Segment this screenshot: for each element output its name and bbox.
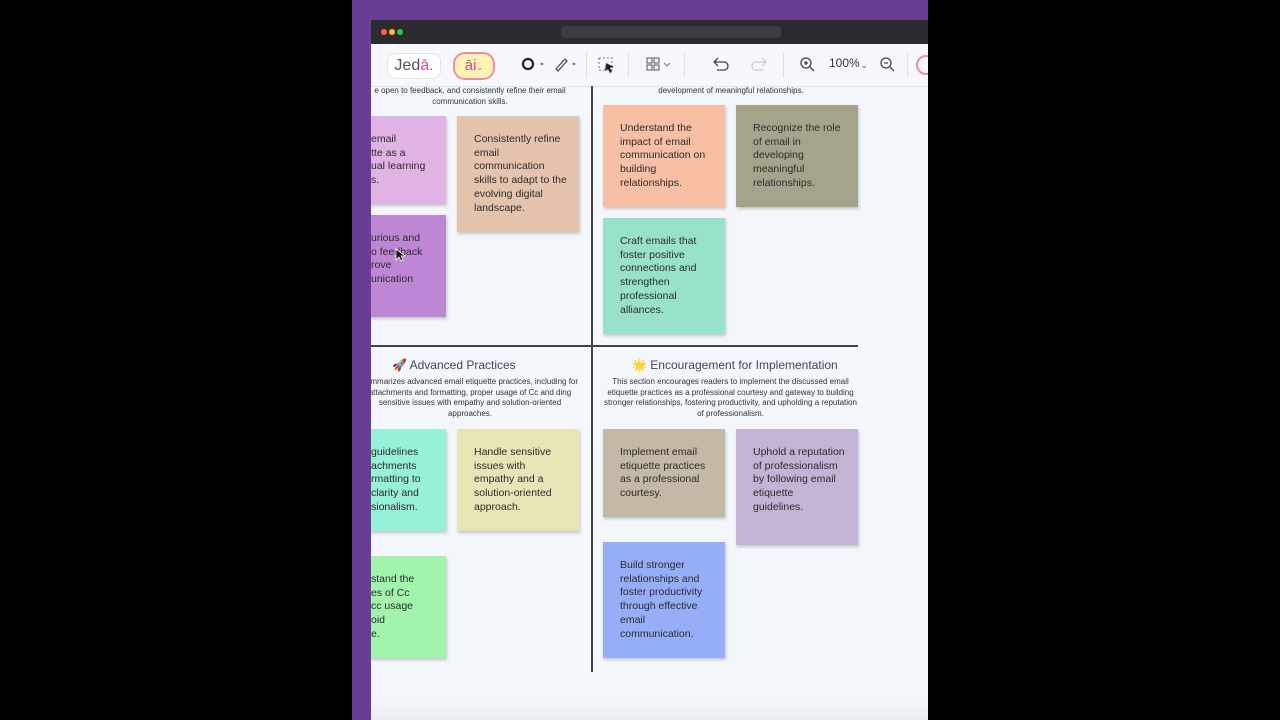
canvas-bottom-edge <box>371 702 928 720</box>
browser-window: Jedā. āi⌄ 100% ⌄ e open to feedback, and… <box>371 20 928 720</box>
ai-button-label: āi <box>464 57 477 74</box>
pen-tool-button[interactable] <box>553 56 579 74</box>
maximize-window-button[interactable] <box>397 29 403 35</box>
account-button[interactable] <box>916 55 928 75</box>
logo-suffix: ā. <box>420 57 434 74</box>
zoom-level[interactable]: 100% <box>829 56 860 70</box>
sticky-note-text: Handle sensitive issues with empathy and… <box>474 446 552 513</box>
sticky-note[interactable]: Recognize the role of email in developin… <box>736 105 858 207</box>
zoom-in-button[interactable] <box>799 56 817 74</box>
sticky-note[interactable]: Implement email etiquette practices as a… <box>603 429 725 517</box>
board-canvas[interactable]: e open to feedback, and consistently ref… <box>371 86 928 720</box>
logo-text: Jed <box>394 57 421 74</box>
sticky-note-text: guidelines achments rmatting to clarity … <box>371 446 421 513</box>
sticky-note[interactable]: Uphold a reputation of professionalism b… <box>736 429 858 545</box>
sticky-note[interactable]: urious and o feedback rove unication <box>371 215 446 317</box>
sticky-note-text: Craft emails that foster positive connec… <box>620 235 697 316</box>
grid-icon <box>646 57 671 71</box>
select-cursor-icon <box>598 57 614 73</box>
close-window-button[interactable] <box>381 29 387 35</box>
sticky-note-text: Build stronger relationships and foster … <box>620 559 703 640</box>
toolbar-divider <box>684 52 685 78</box>
mouse-cursor-icon <box>395 248 407 265</box>
section-description: This section encourages readers to imple… <box>604 377 857 418</box>
sticky-note[interactable]: Build stronger relationships and foster … <box>603 542 725 658</box>
toolbar-divider <box>783 52 784 78</box>
sticky-note[interactable]: Craft emails that foster positive connec… <box>603 218 725 334</box>
window-titlebar <box>371 20 928 44</box>
undo-button[interactable] <box>711 56 731 74</box>
circle-icon <box>521 57 544 71</box>
redo-icon <box>751 57 767 71</box>
address-bar[interactable] <box>561 26 781 38</box>
toolbar-divider <box>907 52 908 78</box>
section-heading: 🚀 Advanced Practices <box>392 358 516 372</box>
quadrant-divider-vertical <box>591 86 593 672</box>
board-toolbar: Jedā. āi⌄ 100% ⌄ <box>371 44 928 87</box>
shape-tool-button[interactable] <box>521 56 547 74</box>
layout-menu-button[interactable] <box>645 56 673 74</box>
section-description: summarizes advanced email etiquette prac… <box>371 377 579 418</box>
chevron-down-icon: ⌄ <box>476 63 484 72</box>
quadrant-description: e open to feedback, and consistently ref… <box>374 86 566 106</box>
sticky-note-text: Consistently refine email communication … <box>474 133 567 214</box>
sticky-note-text: stand the es of Cc cc usage oid e. <box>371 573 415 640</box>
sticky-note-text: Implement email etiquette practices as a… <box>620 446 706 500</box>
pen-icon <box>555 58 576 72</box>
jeda-logo[interactable]: Jedā. <box>387 53 441 79</box>
zoom-out-button[interactable] <box>879 56 897 74</box>
section-heading: 🌟 Encouragement for Implementation <box>632 358 838 372</box>
sticky-note[interactable]: Understand the impact of email communica… <box>603 105 725 207</box>
minimize-window-button[interactable] <box>389 29 395 35</box>
toolbar-divider <box>586 52 587 78</box>
chevron-down-icon[interactable]: ⌄ <box>859 56 869 74</box>
zoom-out-icon <box>880 57 895 72</box>
ai-button[interactable]: āi⌄ <box>453 52 495 80</box>
sticky-note-text: Understand the impact of email communica… <box>620 122 706 189</box>
quadrant-description: development of meaningful relationships. <box>658 86 804 95</box>
sticky-note[interactable]: Handle sensitive issues with empathy and… <box>457 429 579 531</box>
sticky-note-text: Recognize the role of email in developin… <box>753 122 841 189</box>
sticky-note-text: Uphold a reputation of professionalism b… <box>753 446 845 513</box>
sticky-note[interactable]: guidelines achments rmatting to clarity … <box>371 429 446 531</box>
zoom-in-icon <box>800 57 815 72</box>
sticky-note[interactable]: email tte as a ual learning s. <box>371 116 446 204</box>
quadrant-divider-horizontal <box>371 345 858 347</box>
undo-icon <box>713 57 729 71</box>
redo-button[interactable] <box>749 56 769 74</box>
toolbar-divider <box>628 52 629 78</box>
sticky-note[interactable]: Consistently refine email communication … <box>457 116 579 232</box>
sticky-note-text: email tte as a ual learning s. <box>371 133 426 187</box>
sticky-note[interactable]: stand the es of Cc cc usage oid e. <box>371 556 446 658</box>
select-tool-button[interactable] <box>597 56 617 74</box>
